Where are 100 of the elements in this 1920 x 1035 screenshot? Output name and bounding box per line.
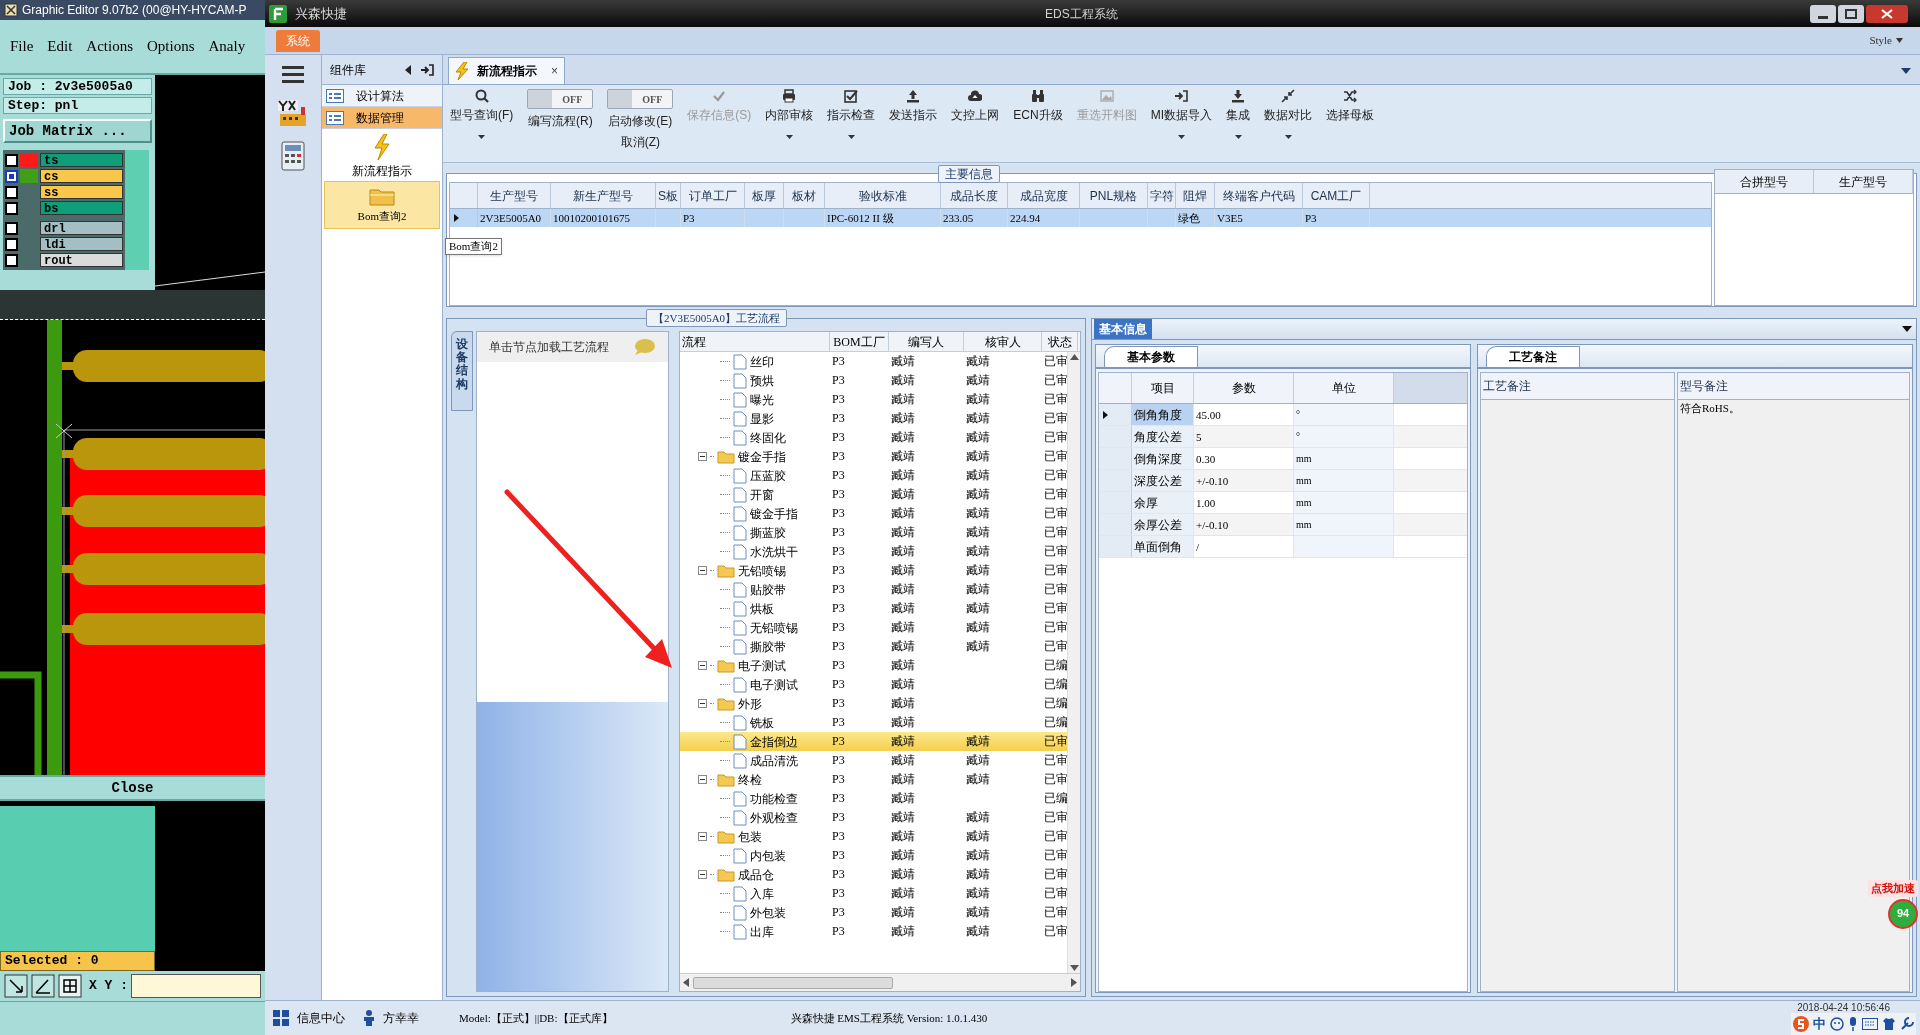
module-button[interactable]: Bom查询2: [324, 181, 440, 229]
dropdown-caret-icon[interactable]: [1902, 326, 1912, 332]
layer-checkbox[interactable]: [5, 253, 18, 267]
tree-label[interactable]: 烘板: [750, 599, 774, 618]
menu-item[interactable]: Options: [147, 35, 195, 58]
layer-name[interactable]: bs: [40, 201, 123, 215]
layer-checkbox[interactable]: [5, 169, 18, 183]
close-button[interactable]: [1866, 4, 1908, 23]
collapse-icon[interactable]: [698, 832, 707, 841]
layer-name[interactable]: rout: [40, 253, 123, 267]
collapse-icon[interactable]: [698, 870, 707, 879]
toolbar-button[interactable]: MI数据导入: [1148, 89, 1214, 139]
close-button[interactable]: Close: [0, 775, 265, 801]
toolbar-button[interactable]: 指示检查: [825, 89, 878, 139]
layer-name[interactable]: ts: [40, 153, 123, 167]
column-header[interactable]: 字符: [1148, 183, 1176, 208]
layer-checkbox[interactable]: [5, 221, 18, 235]
tree-label[interactable]: 包装: [738, 827, 762, 846]
layer-name[interactable]: ss: [40, 185, 123, 199]
collapse-icon[interactable]: [698, 452, 707, 461]
tree-label[interactable]: 入库: [750, 884, 774, 903]
angle-measure-icon[interactable]: [31, 974, 55, 998]
column-header[interactable]: 合拼型号: [1715, 170, 1814, 193]
column-header[interactable]: CAM工厂: [1303, 183, 1370, 208]
tree-label[interactable]: 镀金手指: [750, 504, 798, 523]
table-row[interactable]: 深度公差 +/-0.10 mm: [1099, 470, 1467, 492]
table-row[interactable]: 角度公差 5 °: [1099, 426, 1467, 448]
tree-label[interactable]: 外形: [738, 694, 762, 713]
table-row[interactable]: 余厚 1.00 mm: [1099, 492, 1467, 514]
layer-checkbox[interactable]: [5, 201, 18, 215]
tree-label[interactable]: 终固化: [750, 428, 786, 447]
table-row[interactable]: 2V3E5005A0 10010200101675 P3 IPC-6012 II 级 233.05 224.94 绿色 V3E5 P3: [450, 209, 1711, 227]
collapse-icon[interactable]: [698, 699, 707, 708]
collapse-icon[interactable]: [698, 661, 707, 670]
grid-snap-icon[interactable]: [58, 974, 82, 998]
panel-tab[interactable]: 基本信息: [1094, 319, 1152, 339]
tree-label[interactable]: 撕蓝胶: [750, 523, 786, 542]
column-header[interactable]: 状态: [1042, 332, 1078, 351]
grid-icon[interactable]: [273, 1010, 289, 1026]
zoom-fit-icon[interactable]: [4, 974, 28, 998]
column-header[interactable]: 新生产型号: [551, 183, 656, 208]
panel-tab[interactable]: 工艺备注: [1486, 346, 1580, 367]
toolbar-button[interactable]: 内部审核: [763, 89, 816, 139]
horizontal-scrollbar[interactable]: [680, 973, 1080, 991]
tree-row[interactable]: 金指倒边 P3 臧靖 臧靖 已审: [680, 732, 1067, 751]
sign-in-icon[interactable]: [420, 63, 434, 76]
column-header[interactable]: 生产型号: [478, 183, 551, 208]
minimize-button[interactable]: [1810, 4, 1836, 23]
tree-label[interactable]: 贴胶带: [750, 580, 786, 599]
toolbar-button[interactable]: ECN升级: [1011, 89, 1065, 124]
tree-label[interactable]: 无铅喷锡: [750, 618, 798, 637]
menu-icon[interactable]: [282, 65, 304, 83]
calculator-icon[interactable]: [279, 141, 307, 171]
tree-label[interactable]: 无铅喷锡: [738, 561, 786, 580]
column-header[interactable]: 流程: [680, 332, 830, 351]
style-menu[interactable]: Style: [1869, 32, 1903, 49]
collapse-left-icon[interactable]: [404, 64, 412, 75]
column-header[interactable]: 参数: [1194, 373, 1294, 403]
tree-label[interactable]: 内包装: [750, 846, 786, 865]
column-header[interactable]: PNL规格: [1080, 183, 1148, 208]
tree-label[interactable]: 外包装: [750, 903, 786, 922]
column-header[interactable]: 阻焊: [1176, 183, 1215, 208]
tree-label[interactable]: 预烘: [750, 371, 774, 390]
table-row[interactable]: 余厚公差 +/-0.10 mm: [1099, 514, 1467, 536]
column-header[interactable]: 项目: [1132, 373, 1194, 403]
speed-up-label[interactable]: 点我加速: [1868, 880, 1918, 897]
tree-label[interactable]: 铣板: [750, 713, 774, 732]
status-text[interactable]: 信息中心: [297, 1009, 345, 1027]
toggle-switch[interactable]: OFF: [527, 89, 594, 109]
toolbar-button[interactable]: 选择母板: [1324, 89, 1376, 124]
tree-label[interactable]: 外观检查: [750, 808, 798, 827]
layer-name[interactable]: cs: [40, 169, 123, 183]
microphone-icon[interactable]: [1848, 1017, 1858, 1031]
ime-mode[interactable]: 中: [1813, 1014, 1826, 1034]
menu-item[interactable]: File: [10, 35, 34, 58]
column-header[interactable]: 核审人: [964, 332, 1042, 351]
toolbar-button[interactable]: 数据对比: [1262, 89, 1314, 139]
ime-logo-icon[interactable]: [1793, 1016, 1809, 1032]
layer-checkbox[interactable]: [5, 237, 18, 251]
tree-label[interactable]: 电子测试: [738, 656, 786, 675]
collapse-icon[interactable]: [698, 775, 707, 784]
layer-name[interactable]: ldi: [40, 237, 123, 251]
collapse-icon[interactable]: [698, 566, 707, 575]
menu-item[interactable]: Analy: [208, 35, 246, 58]
tree-label[interactable]: 终检: [738, 770, 762, 789]
tree-label[interactable]: 曝光: [750, 390, 774, 409]
tree-label[interactable]: 水洗烘干: [750, 542, 798, 561]
maximize-button[interactable]: [1838, 4, 1864, 23]
wrench-icon[interactable]: [1900, 1017, 1914, 1031]
column-header[interactable]: 验收标准: [825, 183, 941, 208]
column-header[interactable]: 编写人: [889, 332, 964, 351]
tree-label[interactable]: 压蓝胶: [750, 466, 786, 485]
toolbar-button[interactable]: 集成: [1224, 89, 1252, 139]
toolbar-button[interactable]: 发送指示: [887, 89, 940, 124]
tree-label[interactable]: 镀金手指: [738, 447, 786, 466]
panel-tab[interactable]: 基本参数: [1104, 346, 1198, 367]
toolbar-button[interactable]: 型号查询(F): [448, 89, 516, 139]
coordinate-field[interactable]: [131, 974, 261, 998]
column-header[interactable]: 成品宽度: [1008, 183, 1080, 208]
keyboard-icon[interactable]: [1862, 1018, 1878, 1030]
